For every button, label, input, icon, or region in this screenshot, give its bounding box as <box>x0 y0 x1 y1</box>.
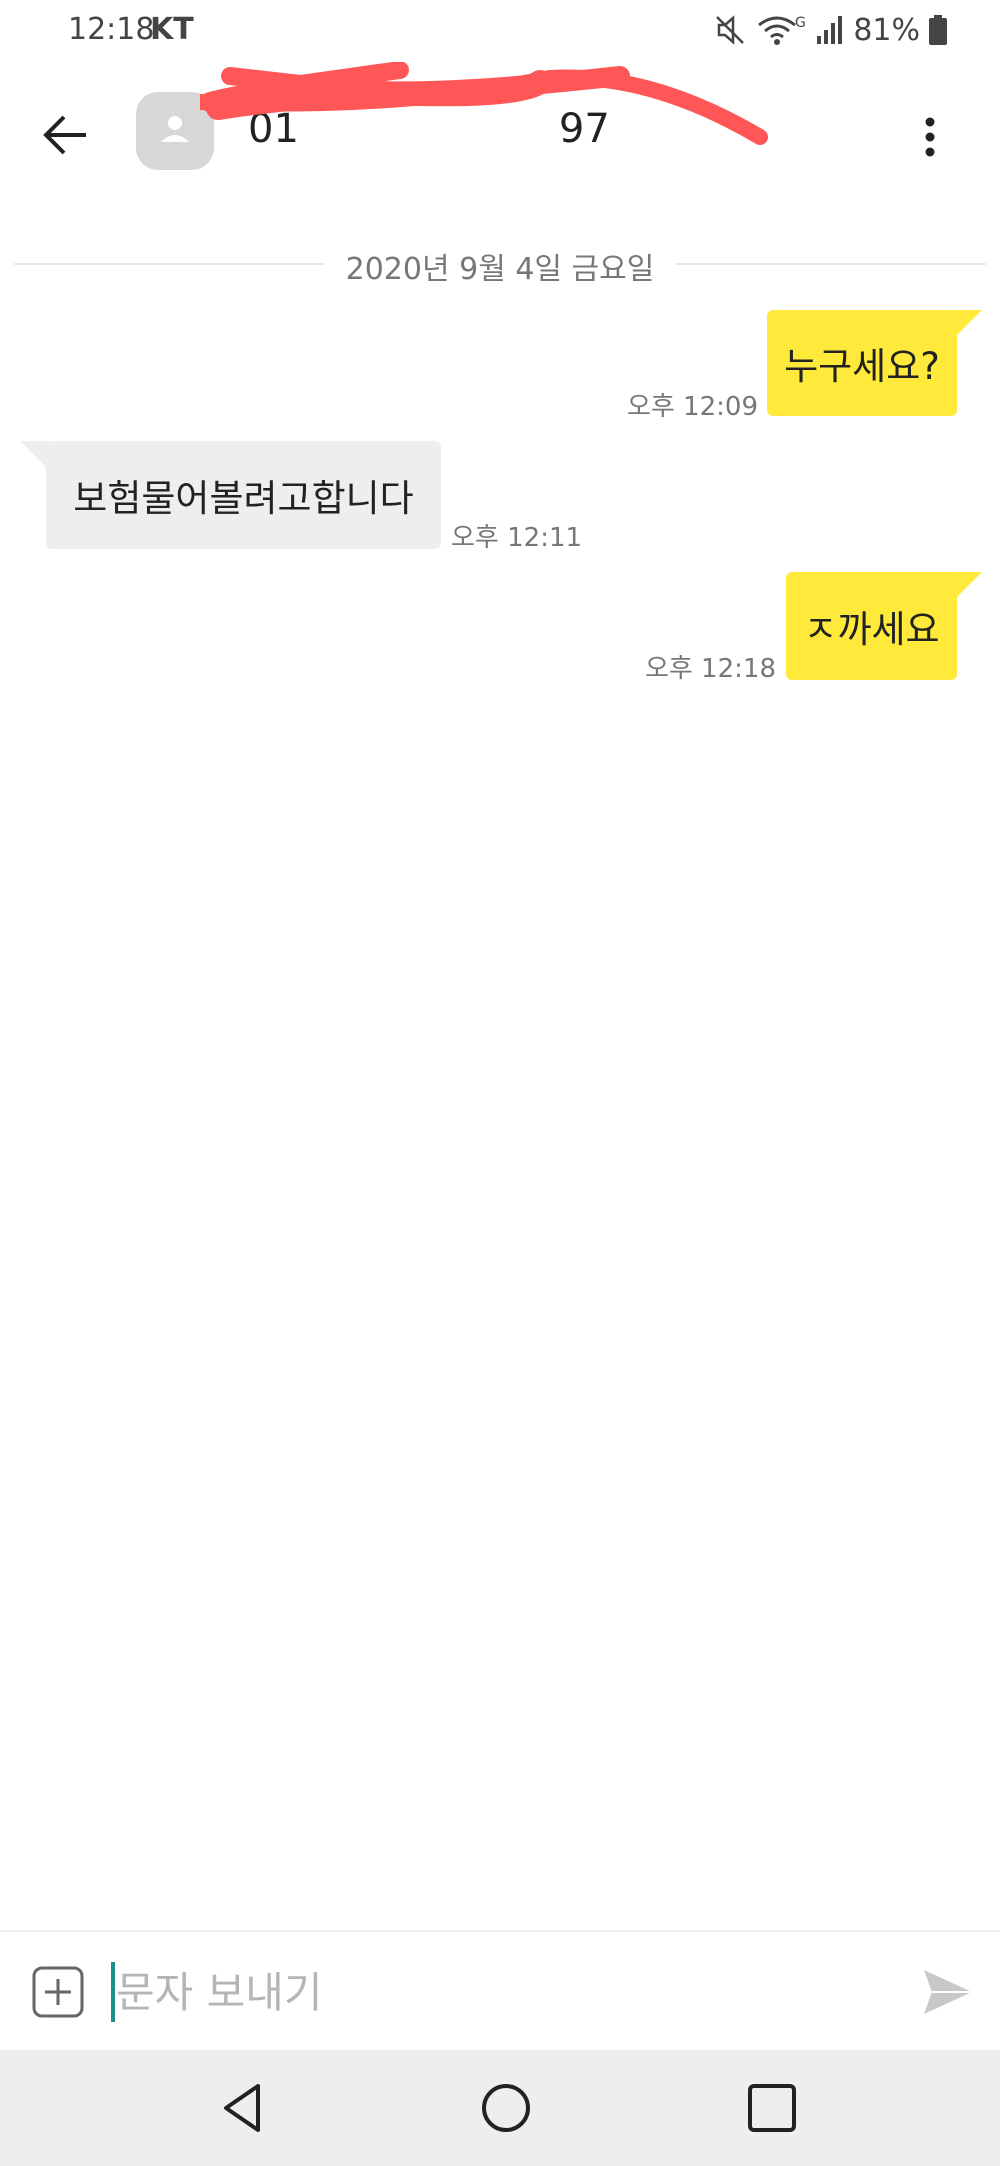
circle-home-icon <box>482 2084 530 2132</box>
contact-avatar[interactable] <box>136 92 214 170</box>
message-text: 보험물어볼려고합니다 <box>73 477 414 520</box>
outgoing-message-bubble[interactable]: ㅈ까세요 <box>786 572 957 680</box>
more-vertical-icon <box>925 117 935 157</box>
message-text: ㅈ까세요 <box>803 608 940 651</box>
message-time: 오후 12:09 <box>626 392 758 422</box>
message-composer <box>0 1930 1000 2052</box>
message-time: 오후 12:18 <box>644 654 776 684</box>
triangle-back-icon <box>224 2084 260 2132</box>
conversation-header: 01 97 <box>0 62 1000 202</box>
plus-box-icon <box>32 1966 84 2018</box>
divider-line-right <box>676 263 986 265</box>
battery-icon <box>929 15 947 45</box>
contact-title[interactable]: 01 97 <box>248 106 610 152</box>
outgoing-message-bubble[interactable]: 누구세요? <box>767 310 957 416</box>
date-divider: 2020년 9월 4일 금요일 <box>14 244 986 287</box>
svg-text:G: G <box>795 15 806 31</box>
wifi-icon: G <box>758 15 806 45</box>
nav-back-button[interactable] <box>212 2078 272 2138</box>
message-time: 오후 12:11 <box>451 523 583 553</box>
more-options-button[interactable] <box>908 104 952 170</box>
status-time: 12:18 <box>68 12 155 47</box>
attach-button[interactable] <box>30 1964 86 2020</box>
bubble-tail <box>954 572 982 600</box>
back-button[interactable] <box>34 102 100 168</box>
contact-title-prefix: 01 <box>248 106 299 152</box>
nav-recents-button[interactable] <box>742 2078 802 2138</box>
status-icons: G 81% <box>713 10 948 50</box>
message-text: 누구세요? <box>784 345 940 388</box>
incoming-message-bubble[interactable]: 보험물어볼려고합니다 <box>46 441 441 549</box>
conversation-date: 2020년 9월 4일 금요일 <box>345 252 655 287</box>
send-icon <box>924 1970 972 2014</box>
system-nav-bar <box>0 2050 1000 2166</box>
message-input[interactable] <box>114 1954 876 2030</box>
bubble-tail <box>954 310 982 338</box>
send-button[interactable] <box>918 1962 978 2022</box>
signal-icon <box>817 16 843 44</box>
arrow-left-icon <box>43 115 86 155</box>
mute-icon <box>716 15 745 45</box>
bubble-tail <box>20 441 48 469</box>
nav-home-button[interactable] <box>476 2078 536 2138</box>
contact-title-suffix: 97 <box>558 106 610 152</box>
square-recents-icon <box>748 2084 796 2132</box>
person-icon <box>161 116 189 142</box>
battery-percent: 81% <box>853 12 920 48</box>
status-bar: 12:18 KT G 81% <box>0 0 1000 62</box>
status-carrier: KT <box>150 12 194 47</box>
